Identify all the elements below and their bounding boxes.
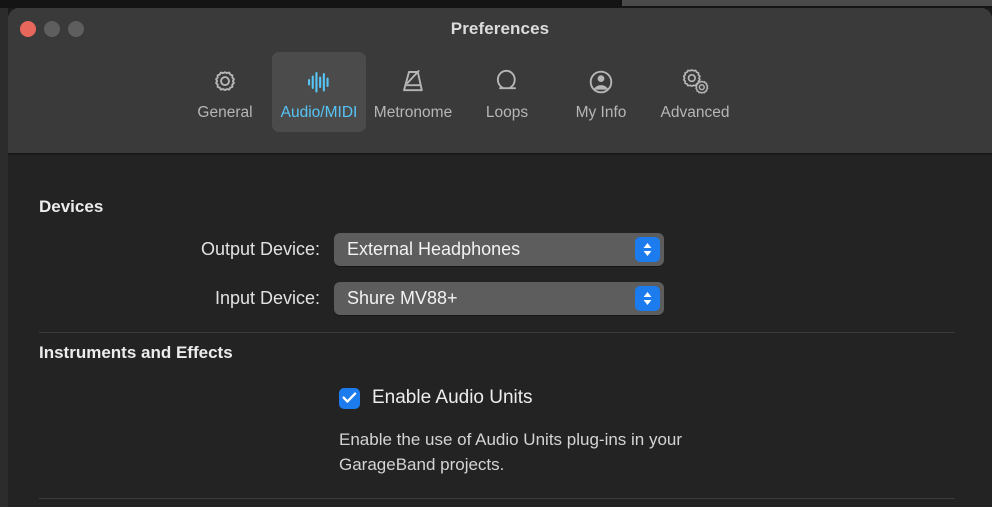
preferences-tab-bar: General Audio/MIDI Metronome Loops My In… <box>178 52 742 132</box>
tab-metronome[interactable]: Metronome <box>366 52 460 132</box>
gear-icon <box>208 64 242 100</box>
input-device-popup-button[interactable]: Shure MV88+ <box>334 282 664 315</box>
person-icon <box>584 64 618 100</box>
waveform-icon <box>302 64 336 100</box>
input-device-row: Input Device: Shure MV88+ <box>8 282 664 315</box>
tab-loops-label: Loops <box>485 104 529 121</box>
gears-icon <box>678 64 712 100</box>
loop-icon <box>490 64 524 100</box>
tab-advanced-label: Advanced <box>660 104 730 121</box>
output-device-label: Output Device: <box>200 239 320 259</box>
preferences-content-pane: Devices Output Device: External Headphon… <box>8 155 992 507</box>
input-device-value: Shure MV88+ <box>347 288 458 308</box>
tab-general-label: General <box>197 104 253 121</box>
enable-audio-units-row: Enable Audio Units <box>339 387 533 409</box>
section-divider-bottom <box>39 498 955 499</box>
tab-audio-midi[interactable]: Audio/MIDI <box>272 52 366 132</box>
section-divider-top <box>39 332 955 333</box>
tab-loops[interactable]: Loops <box>460 52 554 132</box>
enable-audio-units-checkbox[interactable] <box>339 387 360 409</box>
tab-advanced[interactable]: Advanced <box>648 52 742 132</box>
output-device-stepper-icon[interactable] <box>635 237 660 262</box>
checkmark-icon <box>342 392 357 403</box>
devices-section-title: Devices <box>39 197 104 216</box>
enable-audio-units-help-text: Enable the use of Audio Units plug-ins i… <box>339 430 683 474</box>
metronome-icon <box>396 64 430 100</box>
tab-metronome-label: Metronome <box>373 104 453 121</box>
tab-general[interactable]: General <box>178 52 272 132</box>
backdrop-left-strip <box>0 0 8 507</box>
window-titlebar: Preferences <box>8 8 992 49</box>
preferences-window: Preferences General Audio/MIDI Metronome… <box>8 8 992 507</box>
input-device-stepper-icon[interactable] <box>635 286 660 311</box>
preferences-toolbar: General Audio/MIDI Metronome Loops My In… <box>8 49 992 155</box>
enable-audio-units-label: Enable Audio Units <box>372 387 533 408</box>
tab-audio-midi-label: Audio/MIDI <box>280 104 358 121</box>
tab-my-info[interactable]: My Info <box>554 52 648 132</box>
backdrop-top-left-strip <box>0 0 620 8</box>
tab-my-info-label: My Info <box>575 104 627 121</box>
output-device-row: Output Device: External Headphones <box>8 233 664 266</box>
input-device-label: Input Device: <box>214 288 320 308</box>
output-device-value: External Headphones <box>347 239 521 259</box>
instruments-effects-section-title: Instruments and Effects <box>39 343 233 362</box>
output-device-popup-button[interactable]: External Headphones <box>334 233 664 266</box>
window-title: Preferences <box>450 19 550 38</box>
